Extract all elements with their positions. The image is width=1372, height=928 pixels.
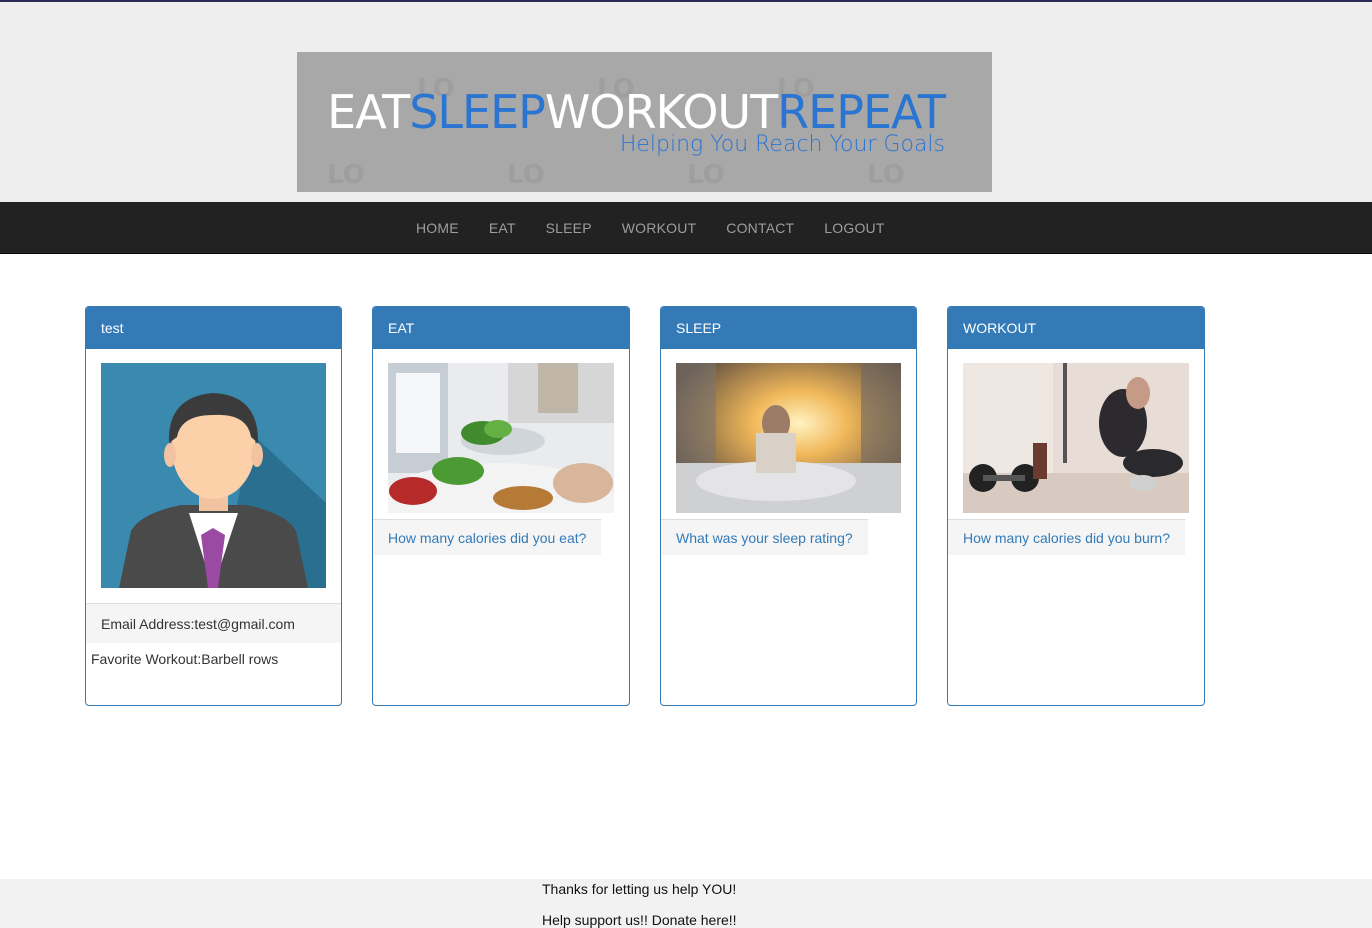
sleep-rating-link[interactable]: What was your sleep rating? <box>661 519 868 555</box>
banner-tagline: Helping You Reach Your Goals <box>619 132 945 157</box>
favorite-workout-label: Favorite Workout: <box>91 651 202 667</box>
eat-panel: EAT How many calories did you eat? <box>372 306 630 706</box>
avatar <box>101 363 326 588</box>
nav-item-home[interactable]: HOME <box>401 202 474 254</box>
favorite-workout-row: Favorite Workout:Barbell rows <box>91 651 278 667</box>
profile-email-row: Email Address:test@gmail.com <box>86 603 341 643</box>
workout-photo <box>963 363 1189 513</box>
eat-photo <box>388 363 614 513</box>
nav-item-sleep[interactable]: SLEEP <box>531 202 607 254</box>
eat-calories-link[interactable]: How many calories did you eat? <box>373 519 602 555</box>
site-banner-logo[interactable]: LO LO LO LO LO LO LO EATSLEEPWORKOUTREPE… <box>297 52 992 192</box>
eat-panel-heading: EAT <box>373 307 629 349</box>
watermark-mark: LO <box>867 160 905 190</box>
page-footer: Thanks for letting us help YOU! Help sup… <box>0 879 1372 928</box>
nav-item-workout[interactable]: WORKOUT <box>607 202 712 254</box>
profile-panel: test Email Address:test@gmail.com Favori… <box>85 306 342 706</box>
email-label: Email Address: <box>101 616 195 632</box>
workout-panel-heading: WORKOUT <box>948 307 1204 349</box>
banner-title-sleep: SLEEP <box>409 85 546 139</box>
workout-panel: WORKOUT How many calories did you burn? <box>947 306 1205 706</box>
sleep-photo <box>676 363 901 513</box>
nav-item-eat[interactable]: EAT <box>474 202 531 254</box>
footer-thanks-text: Thanks for letting us help YOU! <box>542 881 737 897</box>
profile-panel-heading: test <box>86 307 341 349</box>
watermark-mark: LO <box>687 160 725 190</box>
favorite-workout-value: Barbell rows <box>201 651 279 667</box>
watermark-mark: LO <box>327 160 365 190</box>
watermark-mark: LO <box>507 160 545 190</box>
banner-title-repeat: REPEAT <box>777 85 946 139</box>
banner-title-workout: WORKOUT <box>544 85 778 139</box>
banner-title-eat: EAT <box>327 85 410 139</box>
sleep-panel: SLEEP What was your sleep rating? <box>660 306 917 706</box>
nav-item-contact[interactable]: CONTACT <box>711 202 809 254</box>
sleep-panel-heading: SLEEP <box>661 307 916 349</box>
main-navbar: HOME EAT SLEEP WORKOUT CONTACT LOGOUT <box>0 202 1372 254</box>
email-value: test@gmail.com <box>194 616 295 632</box>
footer-donate-link[interactable]: Help support us!! Donate here!! <box>542 912 737 928</box>
nav-menu: HOME EAT SLEEP WORKOUT CONTACT LOGOUT <box>401 202 900 254</box>
workout-burned-link[interactable]: How many calories did you burn? <box>948 519 1185 555</box>
nav-item-logout[interactable]: LOGOUT <box>809 202 899 254</box>
banner-title: EATSLEEPWORKOUTREPEAT <box>327 85 946 139</box>
